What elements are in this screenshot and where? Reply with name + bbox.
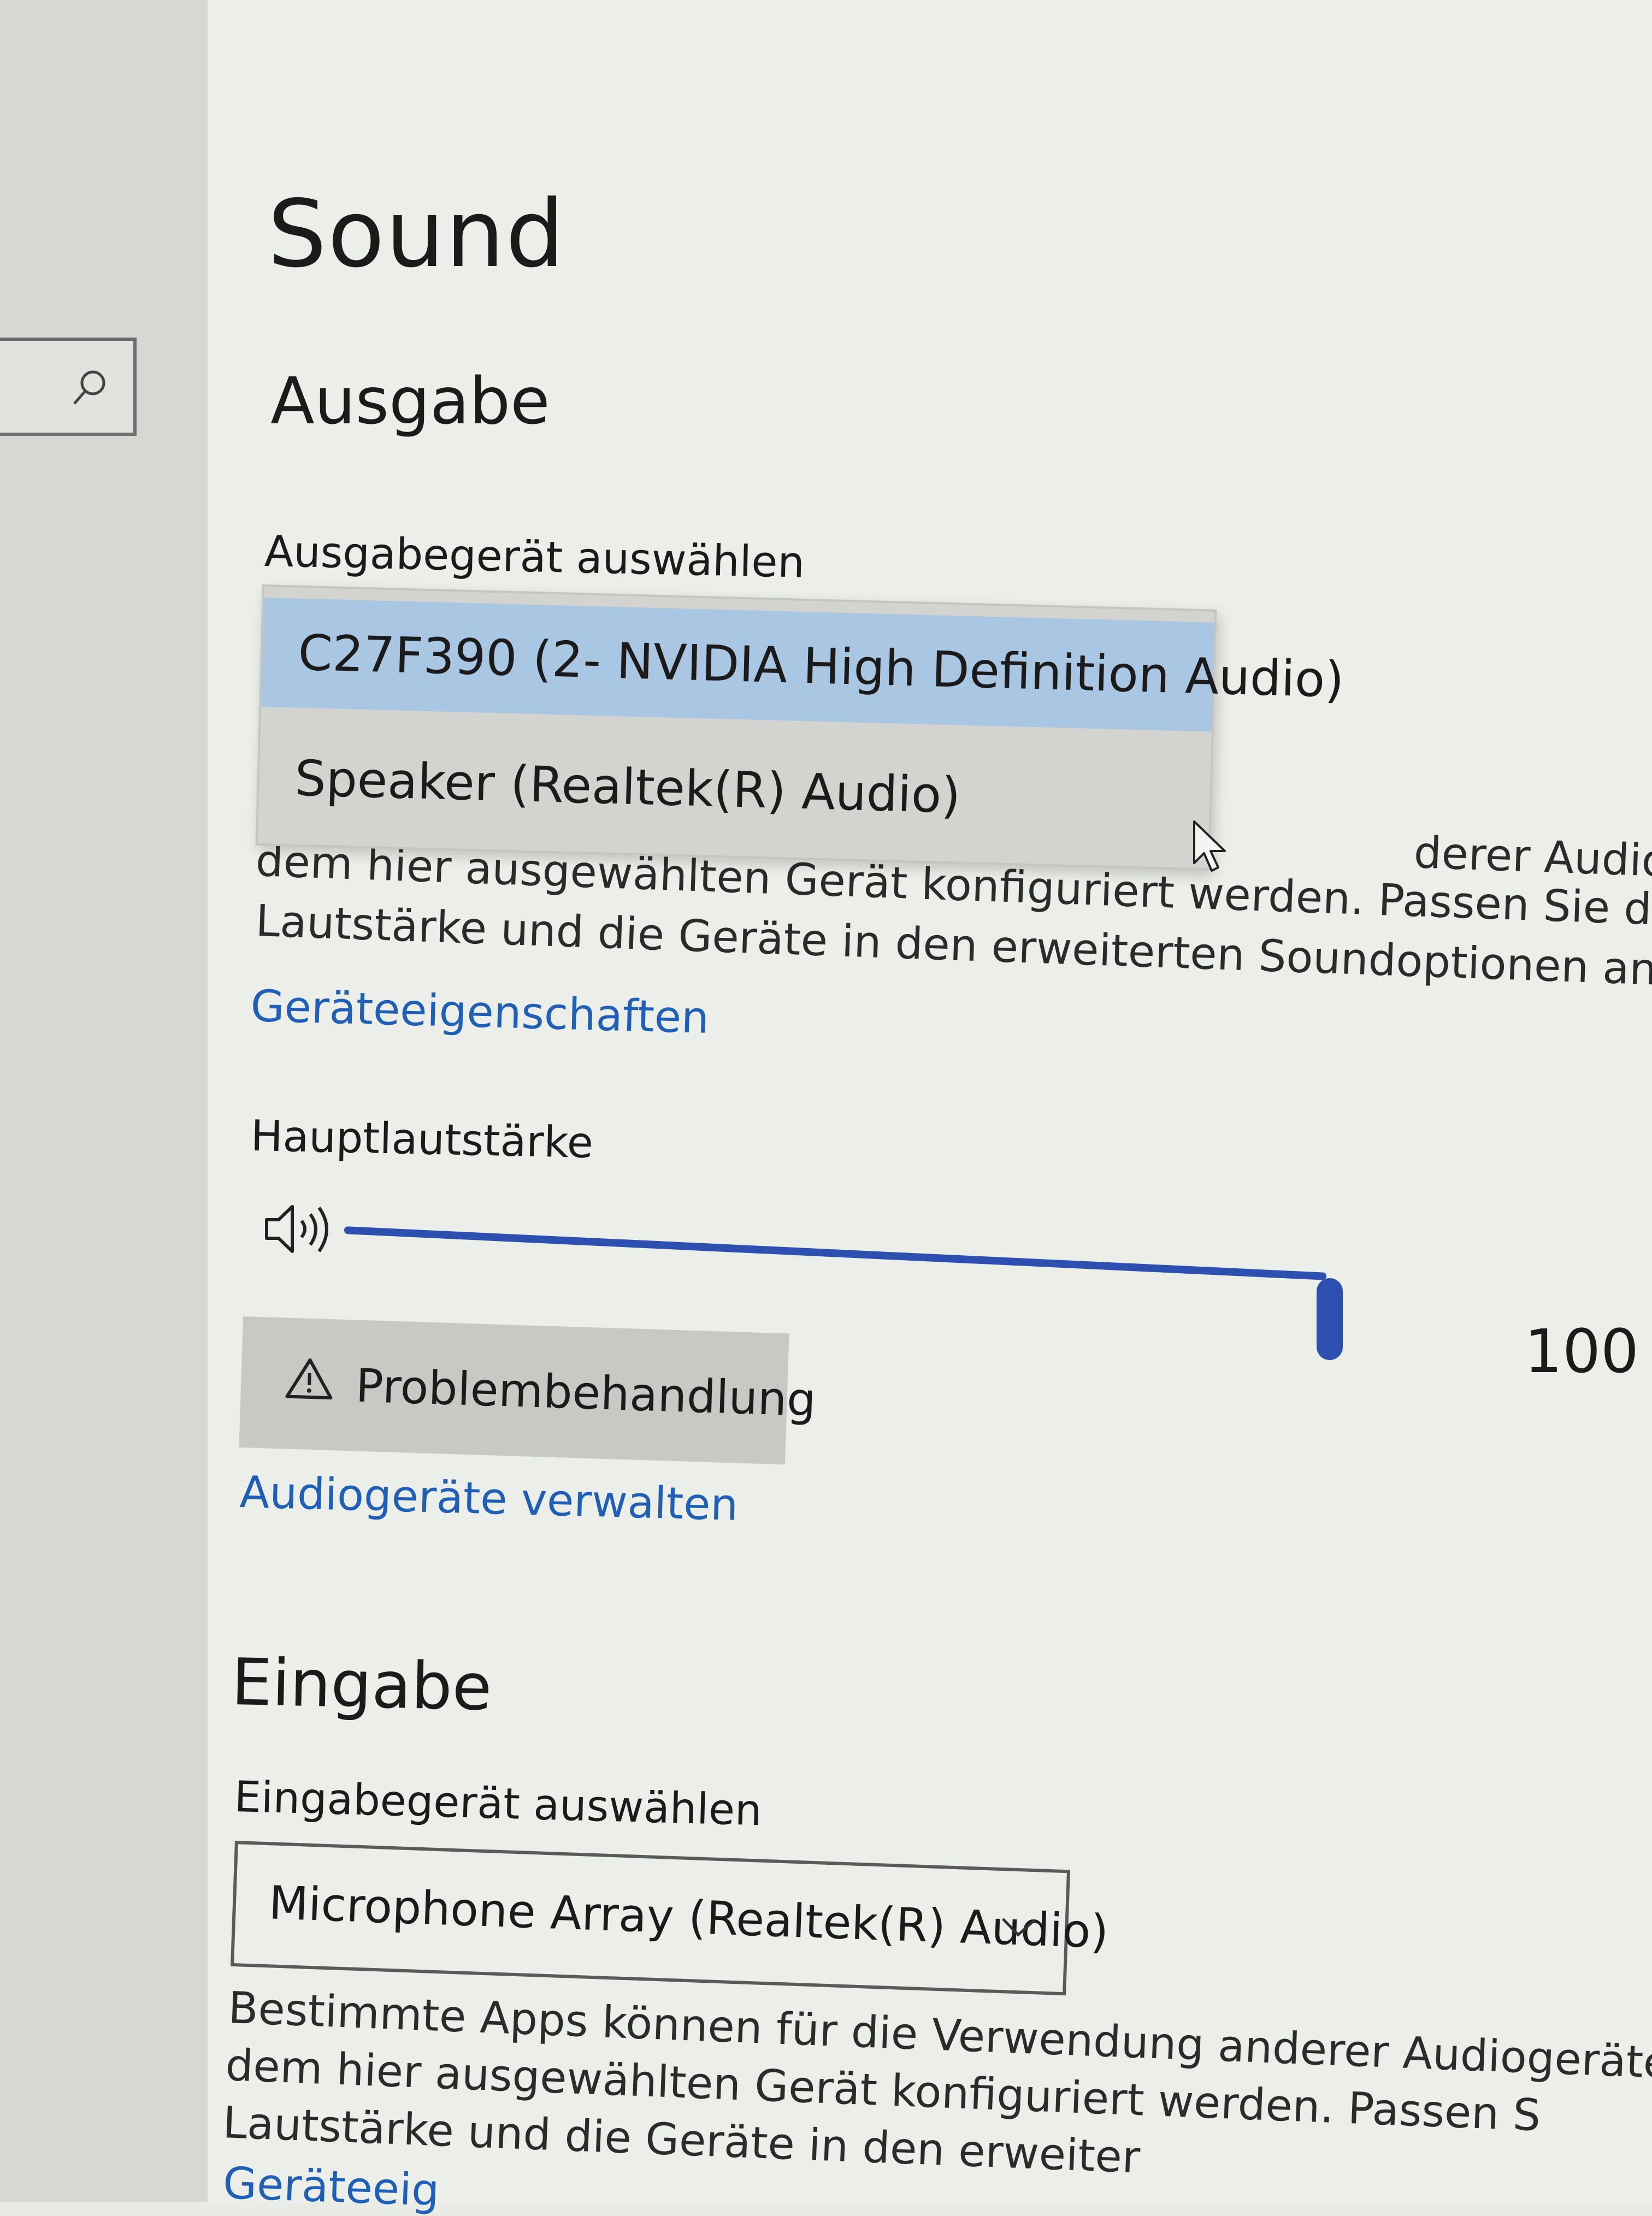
- input-device-label: Eingabegerät auswählen: [233, 1772, 763, 1836]
- manage-audio-devices-link[interactable]: Audiogeräte verwalten: [239, 1467, 739, 1530]
- volume-slider-thumb[interactable]: [1317, 1278, 1343, 1360]
- output-device-properties-link[interactable]: Geräteeigenschaften: [250, 980, 710, 1043]
- input-heading: Eingabe: [231, 1644, 493, 1725]
- volume-value: 100: [1524, 1316, 1639, 1386]
- troubleshoot-label: Problembehandlung: [355, 1358, 817, 1427]
- volume-slider-track[interactable]: [344, 1226, 1327, 1280]
- input-device-select[interactable]: Microphone Array (Realtek(R) Audio): [230, 1841, 1110, 1996]
- input-device-selected-value: Microphone Array (Realtek(R) Audio): [268, 1876, 1110, 1959]
- navigation-pane: [0, 0, 208, 2202]
- output-device-option-selected[interactable]: C27F390 (2- NVIDIA High Definition Audio…: [261, 598, 1345, 732]
- warning-icon: [285, 1358, 333, 1400]
- search-icon[interactable]: [68, 365, 111, 409]
- output-device-label: Ausgabegerät auswählen: [264, 527, 805, 588]
- page-title: Sound: [268, 180, 566, 288]
- sound-settings-page: Sound Ausgabe Ausgabegerät auswählen der…: [208, 0, 1652, 2216]
- search-input[interactable]: [0, 338, 137, 436]
- master-volume-label: Hauptlautstärke: [250, 1112, 594, 1168]
- troubleshoot-button[interactable]: Problembehandlung: [239, 1316, 817, 1465]
- chevron-down-icon[interactable]: [999, 1914, 1039, 1940]
- input-device-properties-link[interactable]: Geräteeig: [222, 2158, 440, 2216]
- output-device-option[interactable]: Speaker (Realtek(R) Audio): [258, 723, 1211, 858]
- output-heading: Ausgabe: [270, 363, 550, 439]
- speaker-icon[interactable]: [262, 1199, 333, 1259]
- output-device-dropdown-list[interactable]: C27F390 (2- NVIDIA High Definition Audio…: [255, 584, 1345, 871]
- mouse-cursor-icon: [1193, 820, 1226, 872]
